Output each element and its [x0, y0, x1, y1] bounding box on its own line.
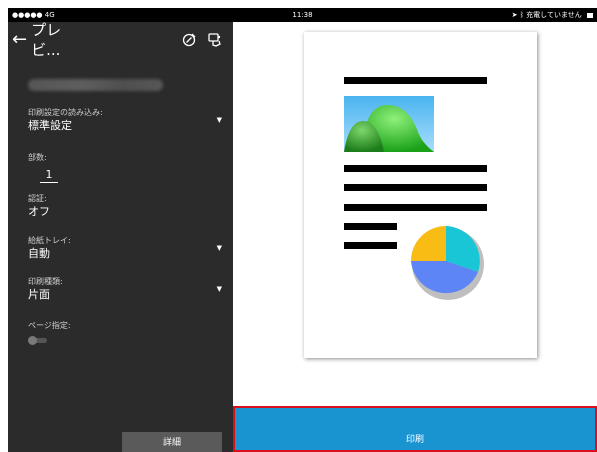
charging-status-text: 充電していません	[526, 11, 582, 19]
location-arrow-icon: ➤	[511, 11, 518, 19]
printer-settings-icon[interactable]	[180, 31, 198, 49]
back-button[interactable]: ← プレビ...	[12, 21, 90, 59]
text-line	[344, 165, 487, 172]
tray-label: 給紙トレイ:	[28, 236, 71, 245]
print-type-setting[interactable]: 印刷種類: 片面 ▼	[28, 277, 228, 302]
blurred-printer-name	[28, 79, 163, 91]
pie-chart-icon	[411, 226, 484, 300]
details-button[interactable]: 詳細	[122, 432, 222, 452]
preview-page	[304, 32, 537, 358]
clock: 11:38	[292, 11, 313, 19]
page-range-label: ページ指定:	[28, 321, 71, 330]
preset-value: 標準設定	[28, 119, 72, 132]
print-type-value: 片面	[28, 288, 50, 301]
page-range-toggle[interactable]	[28, 336, 47, 345]
copies-input[interactable]: 1	[40, 168, 58, 183]
device-screen: ●●●●● 4G 11:38 ➤ ᛒ 充電していません ← プレビ... 印刷設…	[8, 8, 597, 452]
copies-setting: 部数: 1	[28, 153, 228, 183]
auth-label: 認証:	[28, 194, 47, 203]
document-preview-illustration	[344, 77, 487, 300]
tray-setting[interactable]: 給紙トレイ: 自動 ▼	[28, 236, 228, 261]
triangle-down-icon: ▼	[216, 285, 222, 293]
settings-sidebar: ← プレビ... 印刷設定の読み込み: 標準設定 ▼ 部数: 1 認証: オフ …	[8, 21, 233, 452]
text-line	[344, 242, 397, 249]
page-title: プレビ...	[31, 21, 62, 59]
nfc-touch-icon[interactable]	[206, 31, 224, 49]
text-line	[344, 204, 487, 211]
text-line	[344, 77, 487, 84]
preset-setting[interactable]: 印刷設定の読み込み: 標準設定 ▼	[28, 108, 228, 133]
bluetooth-icon: ᛒ	[519, 11, 524, 19]
tray-value: 自動	[28, 247, 50, 260]
auth-setting[interactable]: 認証: オフ	[28, 194, 228, 219]
text-line	[344, 223, 397, 230]
auth-value: オフ	[28, 205, 50, 218]
arrow-left-icon: ←	[12, 29, 28, 50]
top-bar: ← プレビ...	[8, 21, 233, 59]
toggle-knob	[28, 336, 37, 345]
text-line	[344, 184, 487, 191]
page-range-setting: ページ指定:	[28, 321, 228, 345]
copies-label: 部数:	[28, 153, 47, 162]
preset-label: 印刷設定の読み込み:	[28, 108, 103, 117]
battery-icon	[587, 12, 593, 18]
image-placeholder-icon	[344, 96, 434, 152]
print-type-label: 印刷種類:	[28, 277, 63, 286]
print-preview-area	[233, 22, 597, 406]
triangle-down-icon: ▼	[216, 116, 222, 124]
battery-status: ➤ ᛒ 充電していません	[512, 8, 593, 22]
status-bar: ●●●●● 4G 11:38 ➤ ᛒ 充電していません	[8, 8, 597, 22]
print-button[interactable]: 印刷	[233, 406, 597, 452]
triangle-down-icon: ▼	[216, 244, 222, 252]
